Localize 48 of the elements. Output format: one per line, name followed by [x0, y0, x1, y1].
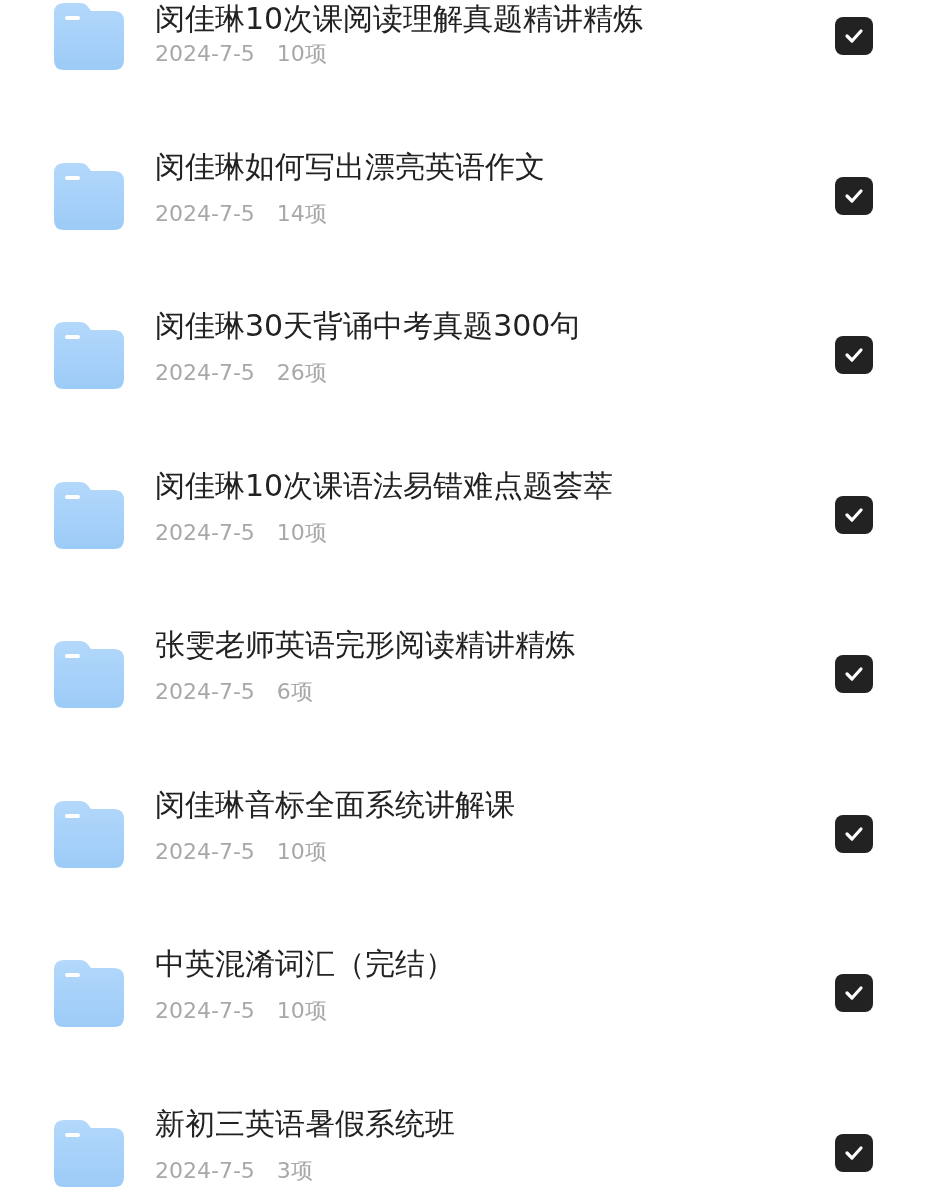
folder-icon: [54, 641, 124, 708]
date-text: 2024-7-5: [155, 678, 255, 706]
check-icon: [844, 28, 864, 44]
folder-title[interactable]: 闵佳琳音标全面系统讲解课: [155, 786, 515, 823]
check-icon: [844, 347, 864, 363]
folder-icon: [54, 162, 124, 230]
check-icon: [844, 985, 864, 1001]
checkbox[interactable]: [835, 336, 873, 374]
folder-title[interactable]: 闵佳琳30天背诵中考真题300句: [155, 308, 581, 344]
checkbox[interactable]: [835, 495, 873, 534]
folder-icon: [54, 3, 124, 70]
item-count: 3项: [276, 1156, 313, 1185]
item-count: 26项: [276, 359, 327, 387]
checkbox[interactable]: [835, 655, 873, 693]
item-count: 10项: [276, 40, 327, 68]
checkbox[interactable]: [835, 974, 873, 1012]
date-text: 2024-7-5: [155, 359, 255, 387]
folder-title[interactable]: 新初三英语暑假系统班: [155, 1105, 455, 1142]
checkbox[interactable]: [835, 17, 873, 55]
date-text: 2024-7-5: [155, 518, 255, 547]
item-count: 10项: [276, 837, 327, 866]
checkbox[interactable]: [835, 1133, 873, 1172]
check-icon: [844, 666, 864, 682]
item-count: 6项: [276, 678, 313, 706]
checkbox[interactable]: [835, 176, 873, 215]
date-text: 2024-7-5: [155, 997, 255, 1025]
date-text: 2024-7-5: [155, 199, 255, 228]
check-icon: [844, 825, 864, 842]
folder-icon: [54, 1119, 124, 1187]
check-icon: [844, 506, 864, 523]
folder-icon: [54, 800, 124, 868]
date-text: 2024-7-5: [155, 837, 255, 866]
folder-title[interactable]: 闵佳琳如何写出漂亮英语作文: [155, 148, 545, 185]
checkbox[interactable]: [835, 814, 873, 853]
folder-title[interactable]: 张雯老师英语完形阅读精讲精炼: [155, 627, 575, 663]
folder-icon: [54, 322, 124, 389]
item-count: 14项: [276, 199, 327, 228]
folder-icon: [54, 481, 124, 549]
item-count: 10项: [276, 997, 327, 1025]
folder-icon: [54, 960, 124, 1027]
folder-title[interactable]: 中英混淆词汇（完结）: [155, 946, 455, 982]
folder-title[interactable]: 闵佳琳10次课阅读理解真题精讲精炼: [155, 1, 644, 37]
check-icon: [844, 1144, 864, 1161]
date-text: 2024-7-5: [155, 1156, 255, 1185]
check-icon: [844, 187, 864, 204]
item-count: 10项: [276, 518, 327, 547]
date-text: 2024-7-5: [155, 40, 255, 68]
folder-title[interactable]: 闵佳琳10次课语法易错难点题荟萃: [155, 467, 614, 504]
